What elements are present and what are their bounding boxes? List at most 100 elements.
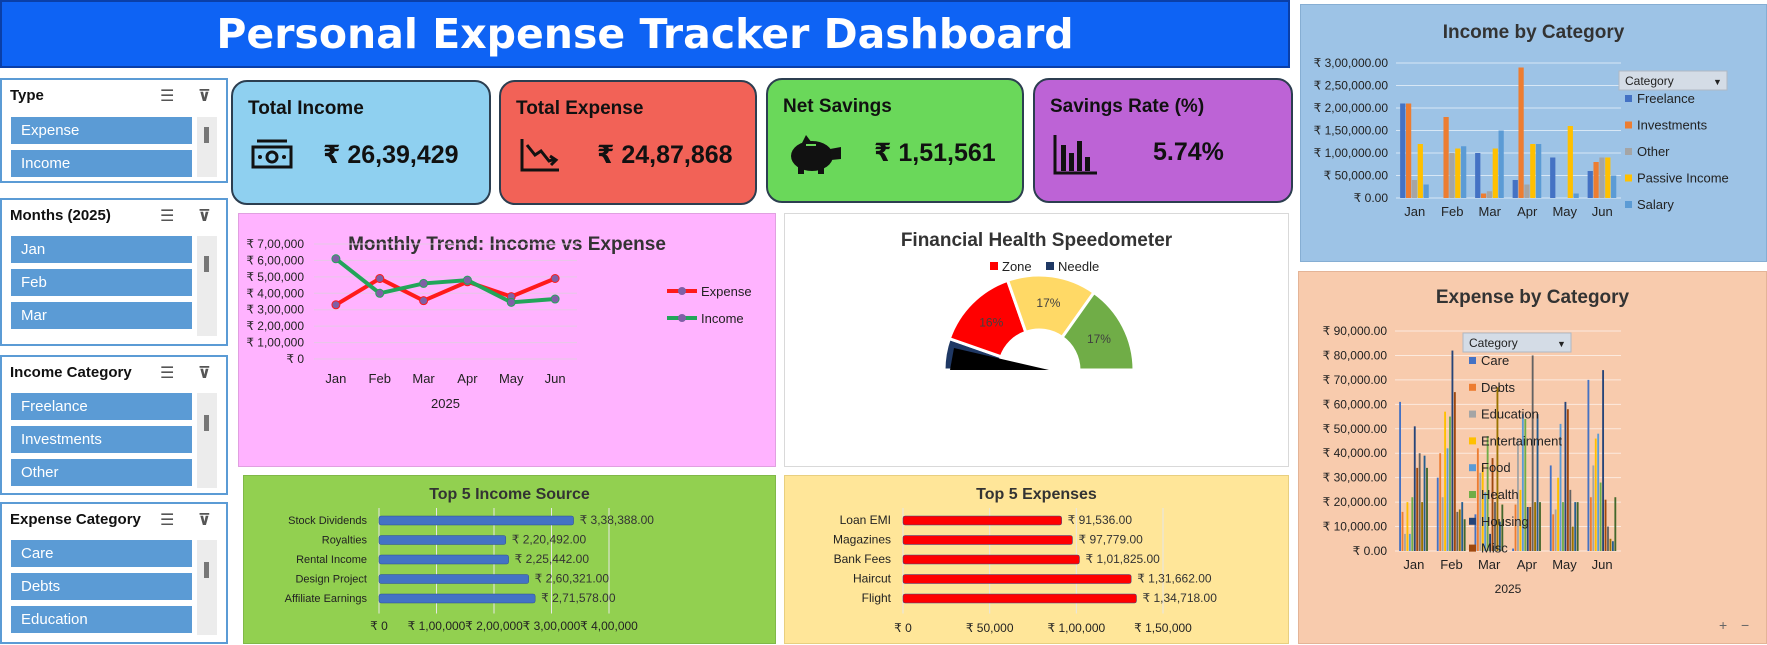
slicer-scrollbar[interactable] bbox=[197, 236, 217, 336]
y-tick-label: Rental Income bbox=[296, 554, 367, 566]
column bbox=[1455, 148, 1461, 198]
y-tick-label: ₹ 90,000.00 bbox=[1323, 324, 1388, 338]
legend-label: Other bbox=[1637, 144, 1670, 159]
legend-marker bbox=[678, 287, 686, 295]
column bbox=[1405, 103, 1412, 198]
top-expenses-panel[interactable]: Top 5 Expenses ₹ 0 ₹ 50,000 ₹ 1,00,000 ₹ 1,… bbox=[784, 475, 1289, 644]
clear-filter-icon[interactable]: ⊽ bbox=[198, 206, 211, 226]
column bbox=[1446, 448, 1449, 551]
slicer-item[interactable]: Education bbox=[11, 606, 192, 633]
column bbox=[1423, 184, 1429, 198]
slicer-item[interactable]: Investments bbox=[11, 426, 192, 453]
slicer-expense-category[interactable]: Expense Category ☰ ⊽ Care Debts Educatio… bbox=[0, 502, 228, 644]
legend-label: Food bbox=[1481, 460, 1511, 475]
data-point bbox=[550, 294, 560, 304]
kpi-total-expense: Total Expense ₹ 24,87,868 bbox=[499, 80, 757, 205]
clear-filter-icon[interactable]: ⊽ bbox=[198, 510, 211, 530]
column bbox=[1592, 465, 1595, 551]
column bbox=[1451, 350, 1454, 551]
multi-select-icon[interactable]: ☰ bbox=[160, 206, 174, 226]
slicer-scrollbar[interactable] bbox=[197, 117, 217, 177]
y-tick-label: ₹ 1,50,000.00 bbox=[1314, 124, 1389, 138]
kpi-label: Savings Rate (%) bbox=[1050, 96, 1205, 117]
bar bbox=[378, 554, 509, 565]
legend-label: Housing bbox=[1481, 514, 1529, 529]
slicer-title: Months (2025) bbox=[10, 206, 111, 224]
bar bbox=[378, 535, 507, 545]
slicer-item[interactable]: Feb bbox=[11, 269, 192, 296]
series-line-income bbox=[334, 257, 556, 305]
slicer-item[interactable]: Mar bbox=[11, 302, 192, 329]
y-tick-label: Flight bbox=[862, 591, 892, 605]
x-tick-label: ₹ 4,00,000 bbox=[580, 619, 638, 633]
trend-chart: ₹ 7,00,000 ₹ 6,00,000 ₹ 5,00,000 ₹ 4,00,000… bbox=[246, 237, 752, 411]
y-tick-label: Stock Dividends bbox=[288, 515, 367, 527]
column bbox=[1609, 538, 1612, 551]
income-source-chart: ₹ 0 ₹ 1,00,000 ₹ 2,00,000 ₹ 3,00,000 ₹ 4,00,… bbox=[285, 508, 654, 633]
legend-label: Expense bbox=[701, 284, 752, 299]
slicer-income-category[interactable]: Income Category ☰ ⊽ Freelance Investment… bbox=[0, 355, 228, 495]
column bbox=[1406, 502, 1409, 551]
y-tick-label: Loan EMI bbox=[840, 513, 891, 527]
slicer-item[interactable]: Debts bbox=[11, 573, 192, 600]
column bbox=[1569, 489, 1572, 551]
slicer-item[interactable]: Jan bbox=[11, 236, 192, 263]
x-tick-label: ₹ 1,50,000 bbox=[1134, 621, 1192, 635]
x-tick-label: ₹ 2,00,000 bbox=[465, 619, 523, 633]
y-tick-label: Royalties bbox=[322, 535, 368, 547]
y-tick-label: ₹ 80,000.00 bbox=[1323, 348, 1388, 362]
y-tick-label: ₹ 70,000.00 bbox=[1323, 373, 1388, 387]
trend-chart-panel[interactable]: Monthly Trend: Income vs Expense ₹ 7,00,… bbox=[238, 213, 776, 467]
income-source-panel[interactable]: Top 5 Income Source ₹ 0 ₹ 1,00,000 ₹ 2,00,… bbox=[243, 475, 776, 644]
column bbox=[1567, 126, 1573, 198]
legend-label: Entertainment bbox=[1481, 433, 1562, 448]
column bbox=[1417, 144, 1423, 198]
column bbox=[1534, 502, 1537, 551]
slicer-item[interactable]: Expense bbox=[11, 117, 192, 144]
slicer-item[interactable]: Care bbox=[11, 540, 192, 567]
x-tick-label: Feb bbox=[369, 371, 391, 386]
legend-swatch bbox=[1469, 544, 1476, 552]
dashboard-title: Personal Expense Tracker Dashboard bbox=[216, 10, 1074, 58]
slicer-item[interactable]: Freelance bbox=[11, 393, 192, 420]
bar-data-label: ₹ 1,34,718.00 bbox=[1143, 591, 1218, 605]
slicer-type[interactable]: Type ☰ ⊽ Expense Income bbox=[0, 78, 228, 183]
column bbox=[1458, 509, 1461, 551]
kpi-net-savings: Net Savings ₹ 1,51,561 bbox=[766, 78, 1024, 203]
slicer-header: Type ☰ ⊽ bbox=[2, 80, 226, 110]
bar bbox=[378, 515, 574, 526]
column bbox=[1463, 519, 1466, 551]
zoom-in-icon[interactable]: + bbox=[1719, 617, 1727, 633]
clear-filter-icon[interactable]: ⊽ bbox=[198, 86, 211, 106]
slicer-scrollbar[interactable] bbox=[197, 540, 217, 635]
x-tick-label: ₹ 1,00,000 bbox=[1047, 621, 1105, 635]
clear-filter-icon[interactable]: ⊽ bbox=[198, 363, 211, 383]
income-category-panel[interactable]: Income by Category ₹ 3,00,000.00 ₹ 2,50,0… bbox=[1300, 4, 1767, 262]
zoom-out-icon[interactable]: − bbox=[1741, 617, 1749, 633]
column bbox=[1614, 497, 1617, 551]
y-tick-label: ₹ 4,00,000 bbox=[246, 286, 304, 300]
slicer-months[interactable]: Months (2025) ☰ ⊽ Jan Feb Mar bbox=[0, 198, 228, 346]
expense-category-panel[interactable]: Expense by Category ₹ 90,000.00 ₹ 80,000.… bbox=[1298, 271, 1767, 644]
y-tick-label: ₹ 0 bbox=[286, 352, 304, 366]
kpi-total-income: Total Income ₹ 26,39,429 bbox=[231, 80, 491, 205]
column bbox=[1574, 502, 1577, 551]
speedometer-panel[interactable]: Financial Health Speedometer ZoneNeedle6… bbox=[784, 213, 1289, 467]
x-tick-label: Jan bbox=[1403, 557, 1424, 572]
column bbox=[1439, 453, 1442, 551]
income-category-chart: ₹ 3,00,000.00 ₹ 2,50,000.00 ₹ 2,00,000.00 ₹… bbox=[1314, 56, 1729, 219]
column bbox=[1408, 533, 1411, 551]
slicer-item[interactable]: Other bbox=[11, 459, 192, 486]
x-tick-label: ₹ 0 bbox=[370, 619, 388, 633]
column bbox=[1602, 370, 1605, 551]
multi-select-icon[interactable]: ☰ bbox=[160, 510, 174, 530]
multi-select-icon[interactable]: ☰ bbox=[160, 363, 174, 383]
y-tick-label: ₹ 3,00,000 bbox=[246, 303, 304, 317]
multi-select-icon[interactable]: ☰ bbox=[160, 86, 174, 106]
slicer-item[interactable]: Income bbox=[11, 150, 192, 177]
slicer-scrollbar[interactable] bbox=[197, 393, 217, 488]
legend-swatch bbox=[1469, 410, 1476, 418]
column bbox=[1605, 157, 1611, 198]
x-tick-label: Apr bbox=[1517, 204, 1538, 219]
column bbox=[1529, 507, 1532, 551]
